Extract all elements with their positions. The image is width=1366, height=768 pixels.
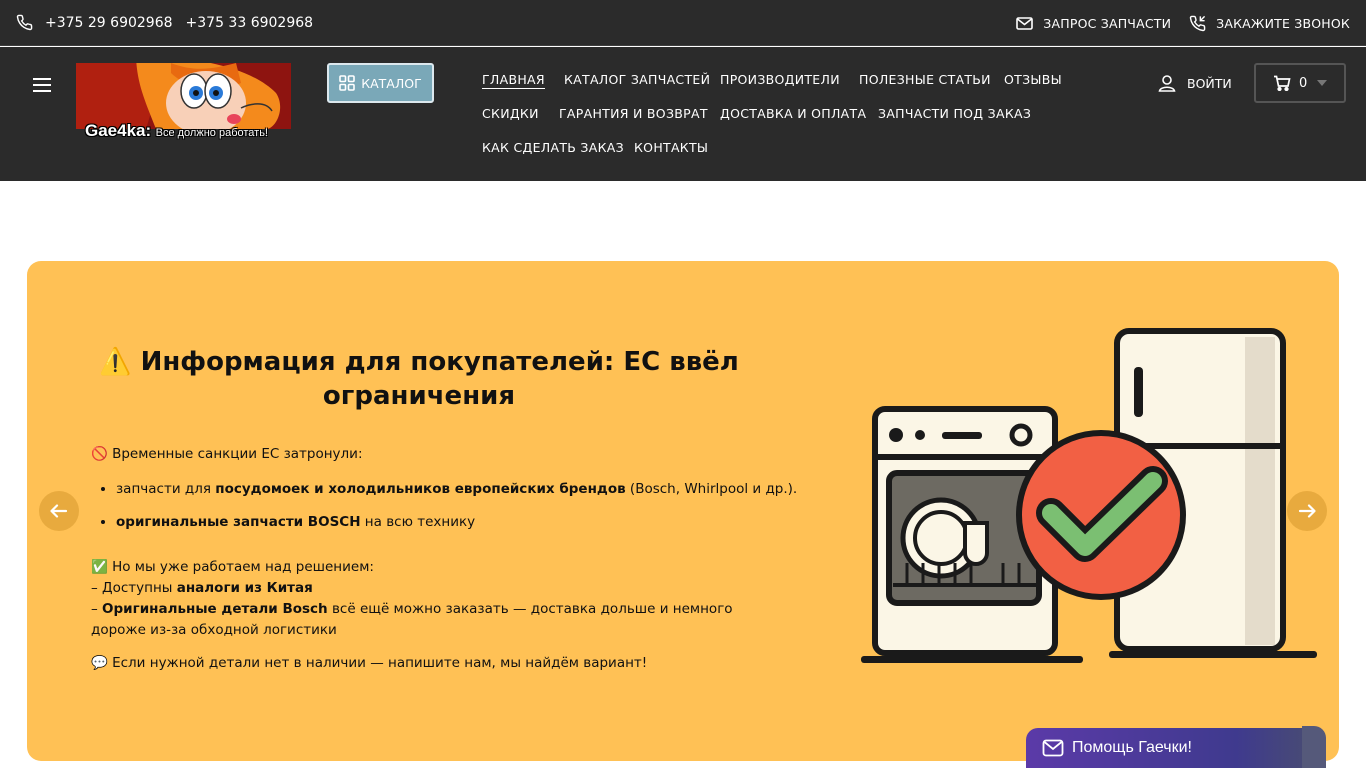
nav-delivery[interactable]: ДОСТАВКА И ОПЛАТА bbox=[720, 106, 866, 121]
nav-manufacturers[interactable]: ПРОИЗВОДИТЕЛИ bbox=[720, 72, 840, 87]
nav-warranty[interactable]: ГАРАНТИЯ И ВОЗВРАТ bbox=[559, 106, 708, 121]
request-parts-link[interactable]: ЗАПРОС ЗАПЧАСТИ bbox=[1016, 16, 1171, 31]
catalog-button[interactable]: КАТАЛОГ bbox=[327, 63, 434, 103]
nav-reviews[interactable]: ОТЗЫВЫ bbox=[1004, 72, 1062, 87]
cart-count: 0 bbox=[1299, 75, 1308, 91]
nav-useful-articles[interactable]: ПОЛЕЗНЫЕ СТАТЬИ bbox=[859, 72, 991, 87]
grid-icon bbox=[339, 75, 356, 91]
user-icon bbox=[1158, 75, 1176, 92]
info-banner: ⚠️ Информация для покупателей: ЕС ввёл о… bbox=[27, 261, 1339, 761]
logo-tagline: Все должно работать! bbox=[155, 127, 268, 139]
phone-link-1[interactable]: +375 29 6902968 bbox=[45, 15, 173, 31]
cart-button[interactable]: 0 bbox=[1254, 63, 1346, 103]
phone-icon bbox=[16, 14, 33, 31]
arrow-left-icon bbox=[50, 504, 68, 518]
list-item: запчасти для посудомоек и холодильников … bbox=[116, 481, 797, 497]
list-item: оригинальные запчасти BOSCH на всю техни… bbox=[116, 514, 797, 530]
envelope-icon bbox=[1042, 739, 1064, 757]
nav-parts-on-order[interactable]: ЗАПЧАСТИ ПОД ЗАКАЗ bbox=[878, 106, 1031, 121]
logo-brand: Gae4ka: bbox=[85, 121, 152, 140]
request-parts-label: ЗАПРОС ЗАПЧАСТИ bbox=[1043, 16, 1172, 31]
solution-intro: ✅ Но мы уже работаем над решением: bbox=[91, 559, 374, 575]
login-button[interactable]: ВОЙТИ bbox=[1158, 74, 1232, 92]
site-logo[interactable]: Gae4ka: Все должно работать! bbox=[76, 63, 291, 141]
logo-image bbox=[76, 63, 291, 129]
banner-title-line2: ограничения bbox=[322, 381, 516, 411]
sanctions-intro: 🚫 Временные санкции ЕС затронули: bbox=[91, 446, 363, 462]
sanctions-list: запчасти для посудомоек и холодильников … bbox=[116, 481, 797, 547]
chat-avatar bbox=[1302, 726, 1326, 768]
login-label: ВОЙТИ bbox=[1187, 75, 1232, 91]
phone-link-2[interactable]: +375 33 6902968 bbox=[186, 15, 314, 31]
phone-numbers: +375 29 6902968 +375 33 6902968 bbox=[16, 14, 326, 31]
banner-title: ⚠️ Информация для покупателей: ЕС ввёл о… bbox=[87, 345, 751, 413]
nav-parts-catalog[interactable]: КАТАЛОГ ЗАПЧАСТЕЙ bbox=[564, 72, 710, 87]
cart-icon bbox=[1274, 75, 1291, 91]
contact-line: 💬 Если нужной детали нет в наличии — нап… bbox=[91, 655, 648, 671]
nav-discounts[interactable]: СКИДКИ bbox=[482, 106, 539, 121]
nav-how-to-order[interactable]: КАК СДЕЛАТЬ ЗАКАЗ bbox=[482, 140, 624, 155]
appliances-check-illustration bbox=[861, 328, 1317, 663]
menu-burger-icon[interactable] bbox=[33, 78, 51, 92]
main-header: Gae4ka: Все должно работать! КАТАЛОГ ГЛА… bbox=[0, 47, 1366, 181]
slider-prev-button[interactable] bbox=[39, 491, 79, 531]
logo-caption: Gae4ka: Все должно работать! bbox=[85, 121, 268, 141]
phone-incoming-icon bbox=[1189, 15, 1206, 32]
solution-bosch-line-2: дороже из-за обходной логистики bbox=[91, 622, 337, 638]
chevron-down-icon bbox=[1317, 80, 1328, 86]
catalog-button-label: КАТАЛОГ bbox=[361, 75, 422, 91]
help-chat-label: Помощь Гаечки! bbox=[1072, 739, 1192, 756]
callback-link[interactable]: ЗАКАЖИТЕ ЗВОНОК bbox=[1189, 15, 1350, 32]
solution-bosch-line: – Оригинальные детали Bosch всё ещё можн… bbox=[91, 601, 733, 617]
help-chat-widget[interactable]: Помощь Гаечки! bbox=[1026, 726, 1326, 768]
top-bar: +375 29 6902968 +375 33 6902968 ЗАПРОС З… bbox=[0, 0, 1366, 46]
solution-analog-line: – Доступны аналоги из Китая bbox=[91, 580, 313, 596]
solution-block: ✅ Но мы уже работаем над решением: – Дос… bbox=[91, 557, 733, 641]
nav-contacts[interactable]: КОНТАКТЫ bbox=[634, 140, 708, 155]
callback-label: ЗАКАЖИТЕ ЗВОНОК bbox=[1216, 16, 1350, 31]
nav-home[interactable]: ГЛАВНАЯ bbox=[482, 72, 545, 89]
banner-title-line1: ⚠️ Информация для покупателей: ЕС ввёл bbox=[99, 347, 739, 377]
envelope-icon bbox=[1016, 17, 1034, 30]
